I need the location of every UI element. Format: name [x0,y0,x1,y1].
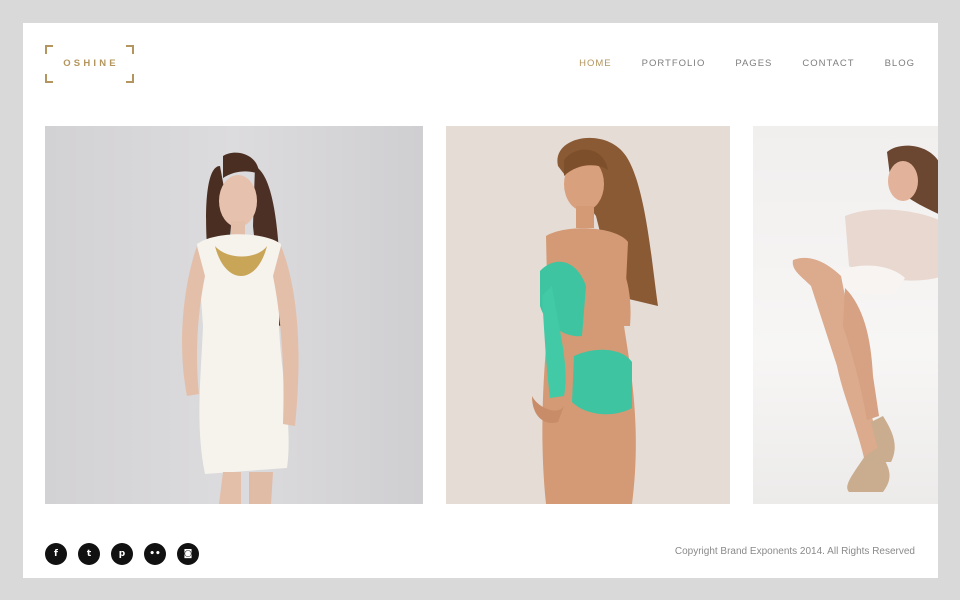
logo-corner [126,45,134,53]
social-links: f t p •• ◙ [45,543,210,565]
facebook-icon[interactable]: f [45,543,67,565]
model-sweater-heels-image [792,145,938,492]
logo-corner [126,75,134,83]
model-green-swimsuit-image [532,137,658,504]
nav-item-pages[interactable]: PAGES [735,58,772,69]
nav-item-portfolio[interactable]: PORTFOLIO [642,58,706,69]
logo-corner [45,45,53,53]
logo-text: OSHINE [63,58,119,69]
nav-item-blog[interactable]: BLOG [885,58,915,69]
copyright-text: Copyright Brand Exponents 2014. All Righ… [674,546,915,557]
twitter-icon[interactable]: t [78,543,100,565]
gallery-photo-sweater-heels[interactable] [753,126,938,504]
gallery-photo-white-dress[interactable] [45,126,423,504]
gallery-photo-green-swimsuit[interactable] [446,126,730,504]
model-white-dress-image [182,152,299,504]
pinterest-icon[interactable]: p [111,543,133,565]
page-frame: OSHINE HOME PORTFOLIO PAGES CONTACT BLOG [23,23,938,578]
nav-item-home[interactable]: HOME [579,58,612,69]
nav-item-contact[interactable]: CONTACT [802,58,854,69]
instagram-icon[interactable]: ◙ [177,543,199,565]
site-logo[interactable]: OSHINE [45,45,134,83]
portfolio-gallery [45,126,938,504]
flickr-icon[interactable]: •• [144,543,166,565]
main-nav: HOME PORTFOLIO PAGES CONTACT BLOG [549,58,915,69]
logo-corner [45,75,53,83]
